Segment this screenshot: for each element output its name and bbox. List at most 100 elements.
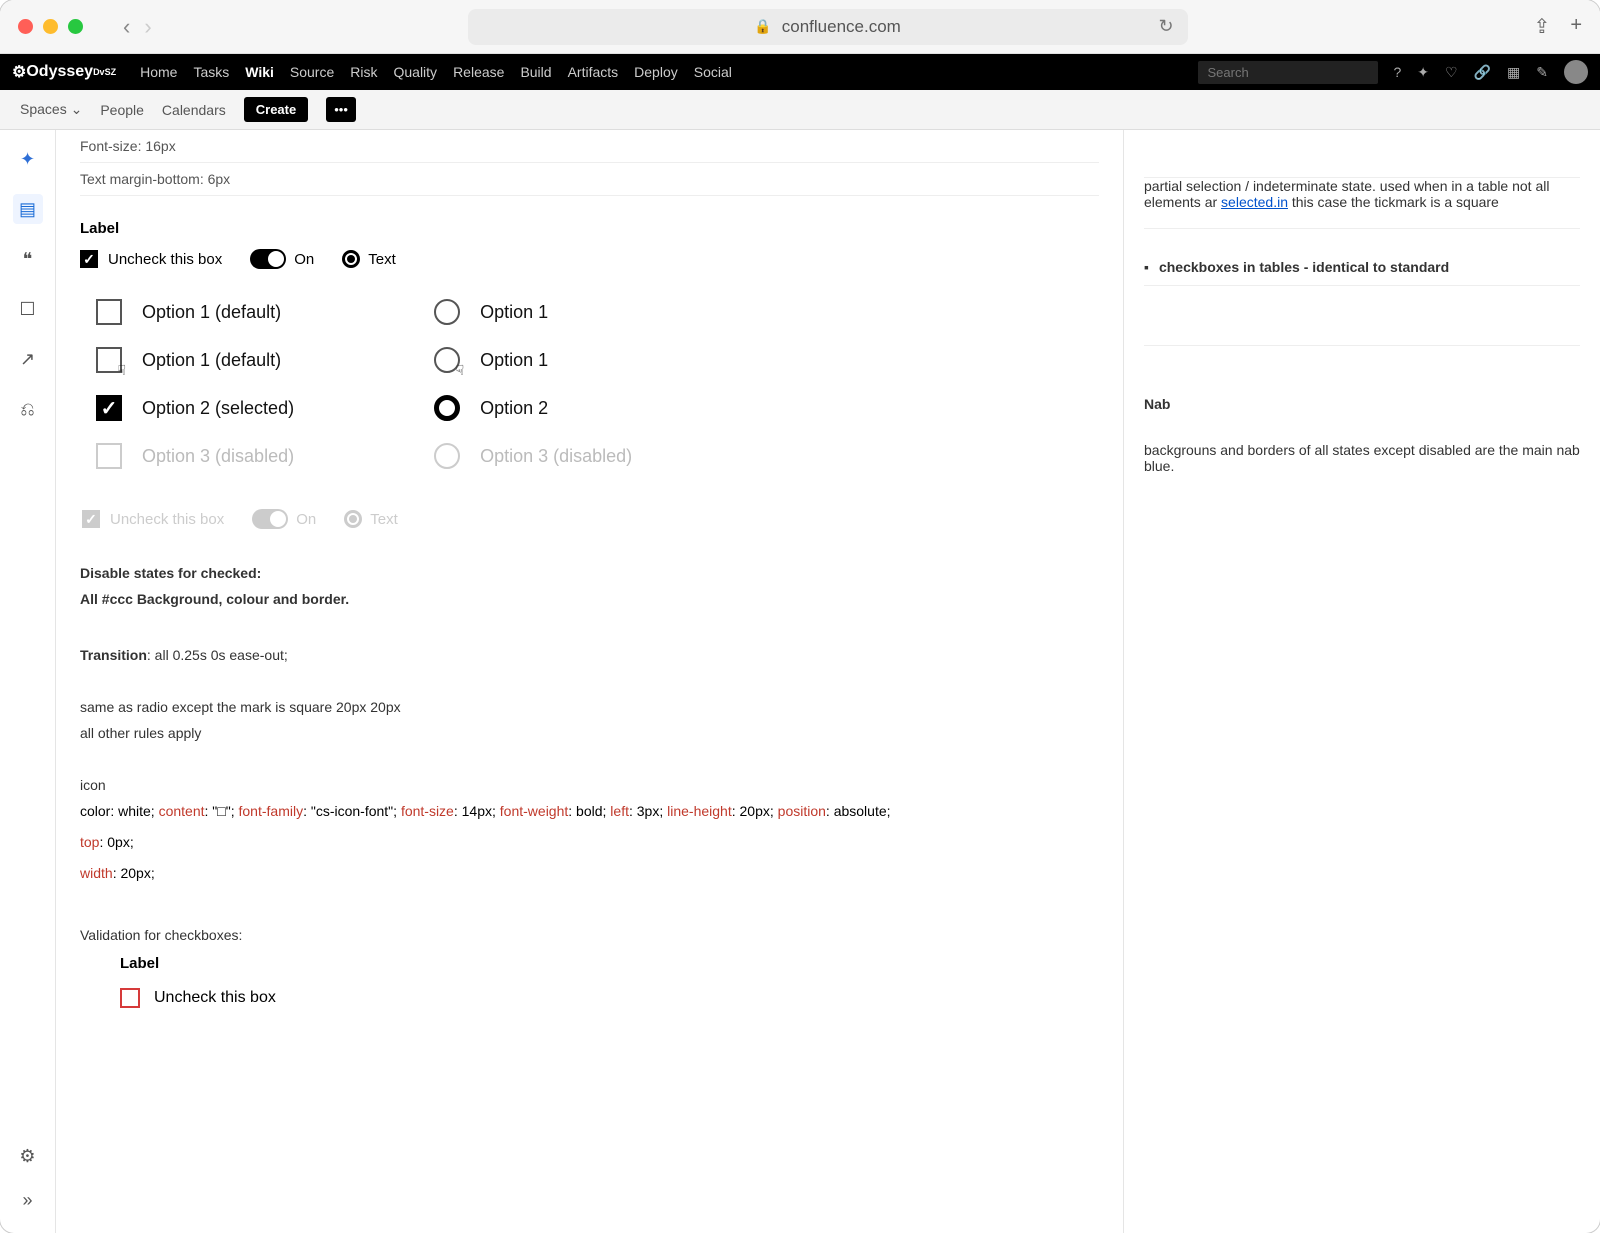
pages-icon[interactable]: ▤ bbox=[13, 194, 43, 224]
address-bar[interactable]: 🔒 confluence.com ↻ bbox=[468, 9, 1188, 45]
share-icon[interactable]: ⇪ bbox=[1534, 14, 1551, 39]
checkbox-disabled-demo-label: Uncheck this box bbox=[110, 511, 224, 528]
settings-icon[interactable]: ⚙ bbox=[13, 1141, 43, 1171]
spec-margin-bottom: Text margin-bottom: 6px bbox=[80, 163, 1099, 196]
spec-font-size: Font-size: 16px bbox=[80, 130, 1099, 163]
space-nav: Spaces ⌄ People Calendars Create ••• bbox=[0, 90, 1600, 130]
calendars-link[interactable]: Calendars bbox=[162, 102, 226, 118]
apps-icon[interactable]: ▦ bbox=[1507, 64, 1520, 81]
toggle-switch[interactable] bbox=[250, 249, 286, 269]
edit-icon[interactable]: ✎ bbox=[1536, 64, 1548, 81]
radio-option-1-hover[interactable]: ☟ bbox=[434, 347, 460, 373]
nav-home[interactable]: Home bbox=[140, 64, 177, 80]
reload-icon[interactable]: ↻ bbox=[1159, 16, 1174, 37]
notification-icon[interactable]: ✦ bbox=[1417, 64, 1429, 81]
nav-wiki[interactable]: Wiki bbox=[245, 64, 274, 80]
cursor-icon: ☟ bbox=[456, 362, 465, 379]
left-rail: ✦ ▤ ❝ ☐ ↗ ⎌ ⚙ » bbox=[0, 130, 56, 1233]
calendar-icon[interactable]: ☐ bbox=[13, 294, 43, 324]
tree-icon[interactable]: ⎌ bbox=[13, 394, 43, 424]
checkbox-uncheck[interactable] bbox=[80, 250, 98, 268]
help-icon[interactable]: ? bbox=[1394, 64, 1402, 80]
window-close-button[interactable] bbox=[18, 19, 33, 34]
transition-label: Transition bbox=[80, 647, 147, 663]
main-content: Font-size: 16px Text margin-bottom: 6px … bbox=[56, 130, 1124, 1233]
checkbox-option-1-hover[interactable]: ☟ bbox=[96, 347, 122, 373]
radio-disabled-demo bbox=[344, 510, 362, 528]
checkbox-disabled-demo bbox=[82, 510, 100, 528]
icon-heading: icon bbox=[80, 777, 1099, 793]
nav-risk[interactable]: Risk bbox=[350, 64, 377, 80]
validation-checkbox[interactable] bbox=[120, 988, 140, 1008]
radio-option-2[interactable] bbox=[434, 395, 460, 421]
disable-states-body: All #ccc Background, colour and border. bbox=[80, 591, 1099, 607]
validation-label: Label bbox=[120, 955, 1099, 972]
checkbox-option-3 bbox=[96, 443, 122, 469]
heartbeat-icon[interactable]: ♡ bbox=[1445, 64, 1458, 81]
css-spec-line-2: top: 0px; bbox=[80, 830, 1099, 855]
window-minimize-button[interactable] bbox=[43, 19, 58, 34]
lock-icon: 🔒 bbox=[754, 18, 771, 35]
toggle-disabled-demo-label: On bbox=[296, 511, 316, 528]
radio-option-2-label: Option 2 bbox=[480, 398, 548, 419]
nav-quality[interactable]: Quality bbox=[393, 64, 437, 80]
external-link-icon[interactable]: ↗ bbox=[13, 344, 43, 374]
bullet-icon: ▪ bbox=[1144, 259, 1149, 275]
partial-selection-note: partial selection / indeterminate state.… bbox=[1144, 178, 1580, 229]
nav-release[interactable]: Release bbox=[453, 64, 504, 80]
global-nav: ⚙OdysseyDvSZ Home Tasks Wiki Source Risk… bbox=[0, 54, 1600, 90]
browser-title-bar: ‹ › 🔒 confluence.com ↻ ⇪ + bbox=[0, 0, 1600, 54]
nav-source[interactable]: Source bbox=[290, 64, 334, 80]
nav-build[interactable]: Build bbox=[520, 64, 551, 80]
radio-option-1[interactable] bbox=[434, 299, 460, 325]
radio-option-3 bbox=[434, 443, 460, 469]
toggle-disabled-demo bbox=[252, 509, 288, 529]
brand-logo[interactable]: ⚙OdysseyDvSZ bbox=[12, 62, 116, 82]
cursor-icon: ☟ bbox=[117, 362, 126, 379]
nav-deploy[interactable]: Deploy bbox=[634, 64, 678, 80]
spaces-menu[interactable]: Spaces ⌄ bbox=[20, 101, 82, 118]
global-search-input[interactable] bbox=[1198, 61, 1378, 84]
people-link[interactable]: People bbox=[100, 102, 144, 118]
nab-body: backgrouns and borders of all states exc… bbox=[1144, 442, 1580, 474]
radio-option-1-label: Option 1 bbox=[480, 302, 548, 323]
link-icon[interactable]: 🔗 bbox=[1474, 64, 1491, 81]
validation-heading: Validation for checkboxes: bbox=[80, 927, 1099, 943]
nav-social[interactable]: Social bbox=[694, 64, 732, 80]
transition-value: : all 0.25s 0s ease-out; bbox=[147, 647, 288, 663]
create-button[interactable]: Create bbox=[244, 97, 308, 122]
radio-disabled-demo-label: Text bbox=[370, 511, 398, 528]
disable-states-heading: Disable states for checked: bbox=[80, 565, 1099, 581]
confluence-icon[interactable]: ✦ bbox=[13, 144, 43, 174]
selected-in-link[interactable]: selected.in bbox=[1221, 194, 1288, 210]
user-avatar[interactable] bbox=[1564, 60, 1588, 84]
checkbox-option-2[interactable] bbox=[96, 395, 122, 421]
window-zoom-button[interactable] bbox=[68, 19, 83, 34]
radio-option-1-hover-label: Option 1 bbox=[480, 350, 548, 371]
nav-artifacts[interactable]: Artifacts bbox=[568, 64, 619, 80]
new-tab-icon[interactable]: + bbox=[1570, 14, 1582, 39]
browser-back-button[interactable]: ‹ bbox=[123, 14, 130, 40]
checkbox-option-3-label: Option 3 (disabled) bbox=[142, 446, 294, 467]
side-panel: partial selection / indeterminate state.… bbox=[1124, 130, 1600, 1233]
tables-bullet: ▪ checkboxes in tables - identical to st… bbox=[1144, 249, 1580, 286]
checkbox-option-2-label: Option 2 (selected) bbox=[142, 398, 294, 419]
same-as-radio-note: same as radio except the mark is square … bbox=[80, 699, 1099, 715]
browser-forward-button[interactable]: › bbox=[144, 14, 151, 40]
checkbox-option-1-label: Option 1 (default) bbox=[142, 302, 281, 323]
expand-icon[interactable]: » bbox=[13, 1185, 43, 1215]
radio-text[interactable] bbox=[342, 250, 360, 268]
checkbox-uncheck-label: Uncheck this box bbox=[108, 251, 222, 268]
checkbox-option-1[interactable] bbox=[96, 299, 122, 325]
field-label: Label bbox=[80, 220, 1099, 237]
create-more-button[interactable]: ••• bbox=[326, 97, 356, 122]
quotes-icon[interactable]: ❝ bbox=[13, 244, 43, 274]
all-other-note: all other rules apply bbox=[80, 725, 1099, 741]
validation-checkbox-label: Uncheck this box bbox=[154, 989, 276, 1007]
radio-text-label: Text bbox=[368, 251, 396, 268]
checkbox-option-1-hover-label: Option 1 (default) bbox=[142, 350, 281, 371]
radio-option-3-label: Option 3 (disabled) bbox=[480, 446, 632, 467]
nav-tasks[interactable]: Tasks bbox=[193, 64, 229, 80]
nab-heading: Nab bbox=[1144, 396, 1580, 412]
css-spec-line-3: width: 20px; bbox=[80, 861, 1099, 886]
